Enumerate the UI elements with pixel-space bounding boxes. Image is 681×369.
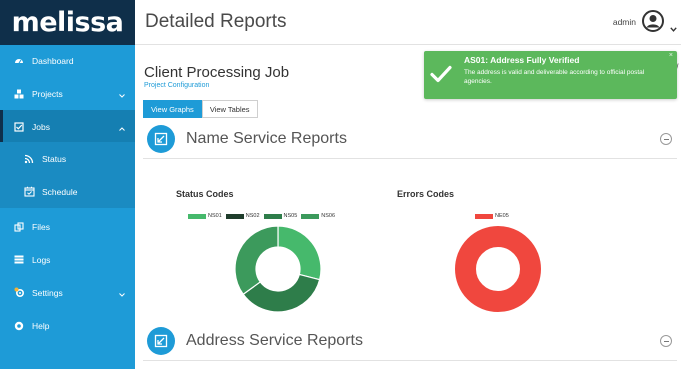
check-square-icon xyxy=(12,121,26,132)
view-toggle: View Graphs View Tables xyxy=(143,100,258,118)
sidebar-item-files[interactable]: Files xyxy=(0,210,135,243)
chevron-up-icon xyxy=(119,123,125,133)
sidebar-item-label: Settings xyxy=(32,287,63,298)
section-divider xyxy=(143,360,677,361)
legend-item[interactable]: NS01 xyxy=(188,213,222,219)
page-title: Detailed Reports xyxy=(145,11,287,32)
project-configuration-link[interactable]: Project Configuration xyxy=(144,82,209,89)
section-title: Address Service Reports xyxy=(186,332,363,349)
collapse-icon[interactable] xyxy=(660,133,672,145)
section-divider xyxy=(143,158,677,159)
user-name[interactable]: admin xyxy=(613,17,636,27)
sidebar-item-label: Files xyxy=(32,221,50,232)
donut-slice-ne05[interactable] xyxy=(455,226,541,312)
list-icon xyxy=(12,255,26,264)
section-title: Name Service Reports xyxy=(186,130,347,147)
status-codes-donut-chart xyxy=(234,225,322,313)
chevron-down-icon xyxy=(119,289,125,299)
sidebar-item-label: Projects xyxy=(32,88,63,99)
sidebar-item-label: Jobs xyxy=(32,121,50,132)
sidebar: melissa Dashboard Projects Jobs Status S… xyxy=(0,0,135,369)
view-tables-button[interactable]: View Tables xyxy=(201,100,258,118)
top-header: Detailed Reports admin xyxy=(135,0,681,45)
legend-item[interactable]: NE05 xyxy=(475,213,509,219)
sidebar-item-schedule[interactable]: Schedule xyxy=(0,175,135,208)
view-graphs-button[interactable]: View Graphs xyxy=(143,100,202,118)
cogs-icon xyxy=(12,287,26,298)
donut-slice-ns01[interactable] xyxy=(277,225,322,281)
chart-title-status-codes: Status Codes xyxy=(176,189,234,199)
chevron-down-icon xyxy=(119,90,125,100)
legend-item[interactable]: NS06 xyxy=(301,213,335,219)
sidebar-item-jobs[interactable]: Jobs xyxy=(0,110,135,143)
name-service-header: Name Service Reports xyxy=(147,125,677,157)
sidebar-item-label: Help xyxy=(32,320,50,331)
dashboard-icon xyxy=(12,56,26,66)
sidebar-item-label: Dashboard xyxy=(32,55,74,66)
sidebar-item-help[interactable]: Help xyxy=(0,309,135,342)
toast-notification[interactable]: AS01: Address Fully Verified The address… xyxy=(424,51,677,99)
sidebar-item-status[interactable]: Status xyxy=(0,142,135,175)
sidebar-item-label: Schedule xyxy=(42,186,78,197)
donut-slice-ns06[interactable] xyxy=(234,225,279,296)
external-link-icon xyxy=(147,125,175,153)
checkmark-icon xyxy=(430,65,452,88)
sidebar-item-projects[interactable]: Projects xyxy=(0,77,135,110)
sidebar-item-logs[interactable]: Logs xyxy=(0,243,135,276)
external-link-icon xyxy=(147,327,175,355)
help-circle-icon xyxy=(12,321,26,331)
cubes-icon xyxy=(12,89,26,99)
rss-icon xyxy=(22,154,36,164)
errors-codes-donut-chart xyxy=(455,226,541,312)
address-service-header: Address Service Reports xyxy=(147,327,677,359)
status-legend: NS01 NS02 NS05 NS06 xyxy=(188,213,339,219)
job-title: Client Processing Job xyxy=(144,64,290,81)
close-icon[interactable]: × xyxy=(669,52,673,59)
toast-title: AS01: Address Fully Verified xyxy=(464,55,580,65)
toast-message: The address is valid and deliverable acc… xyxy=(464,69,645,85)
chevron-down-icon[interactable] xyxy=(670,19,677,37)
calendar-check-icon xyxy=(22,186,36,197)
legend-item[interactable]: NS02 xyxy=(225,213,260,219)
chart-title-errors-codes: Errors Codes xyxy=(397,189,455,199)
sidebar-item-dashboard[interactable]: Dashboard xyxy=(0,44,135,77)
sidebar-item-settings[interactable]: Settings xyxy=(0,276,135,309)
errors-legend: NE05 xyxy=(475,213,513,219)
sidebar-item-label: Logs xyxy=(32,254,51,265)
melissa-logo[interactable]: melissa xyxy=(12,7,124,38)
collapse-icon[interactable] xyxy=(660,335,672,347)
copy-icon xyxy=(12,221,26,232)
logo-area: melissa xyxy=(0,0,135,45)
legend-item[interactable]: NS05 xyxy=(263,213,297,219)
sidebar-item-label: Status xyxy=(42,153,67,164)
user-avatar-icon[interactable] xyxy=(642,10,664,37)
